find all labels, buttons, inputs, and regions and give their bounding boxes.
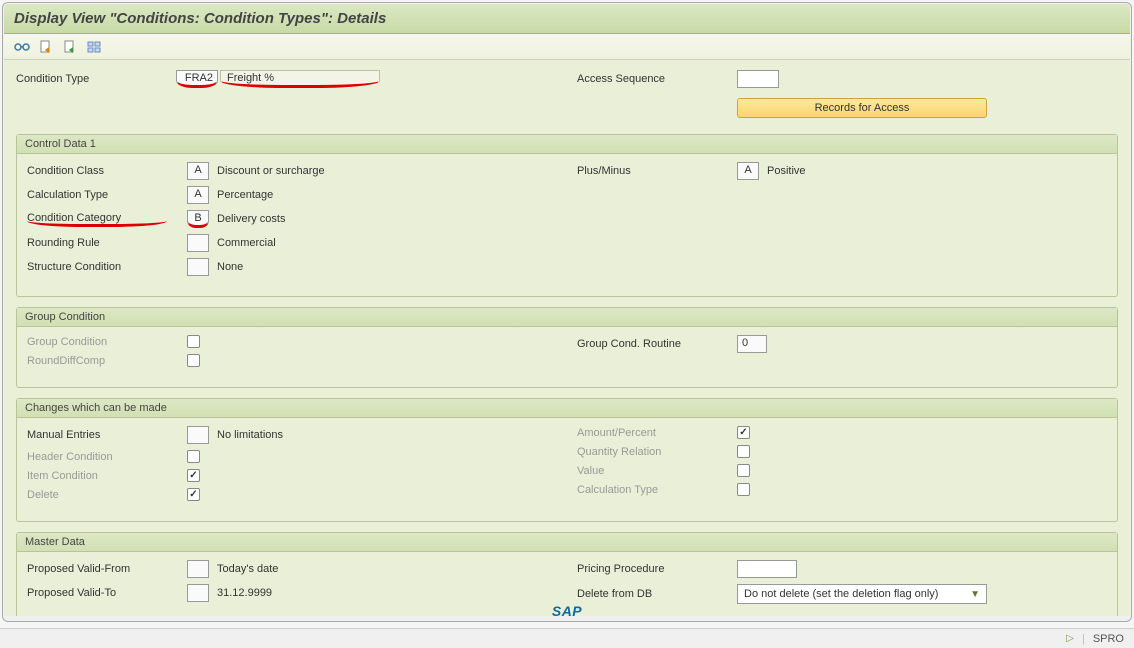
condition-class-code[interactable]: A [187, 162, 209, 180]
glasses-icon[interactable] [14, 39, 30, 55]
structure-condition-desc: None [211, 261, 243, 273]
group-condition-checkbox[interactable] [187, 335, 200, 348]
valid-from-label: Proposed Valid-From [27, 563, 187, 575]
delete-from-db-label: Delete from DB [577, 588, 737, 600]
item-condition-checkbox[interactable] [187, 469, 200, 482]
condition-category-desc: Delivery costs [211, 213, 285, 225]
amount-percent-label: Amount/Percent [577, 427, 737, 439]
quantity-relation-checkbox[interactable] [737, 445, 750, 458]
window: Display View "Conditions: Condition Type… [2, 2, 1132, 622]
group-group-condition: Group Condition Group Condition RoundDif… [16, 307, 1118, 388]
status-tcode: SPRO [1093, 633, 1124, 645]
rounddiffcomp-label: RoundDiffComp [27, 355, 187, 367]
plus-minus-code[interactable]: A [737, 162, 759, 180]
condition-type-desc[interactable]: Freight % [220, 70, 380, 88]
condition-class-desc: Discount or surcharge [211, 165, 325, 177]
structure-condition-label: Structure Condition [27, 261, 187, 273]
page-arrow-icon[interactable] [38, 39, 54, 55]
calculation-type-label: Calculation Type [27, 189, 187, 201]
structure-condition-code[interactable] [187, 258, 209, 276]
header-condition-label: Header Condition [27, 451, 187, 463]
delete-checkbox[interactable] [187, 488, 200, 501]
value-label: Value [577, 465, 737, 477]
chevron-down-icon: ▼ [970, 589, 980, 600]
valid-from-code[interactable] [187, 560, 209, 578]
header-fields: Condition Type FRA2 Freight % Access Seq… [16, 70, 1118, 124]
content-area: Condition Type FRA2 Freight % Access Seq… [4, 60, 1130, 616]
calculation-type-code[interactable]: A [187, 186, 209, 204]
valid-from-desc: Today's date [211, 563, 278, 575]
play-icon: ▷ [1066, 633, 1074, 644]
group-title-master: Master Data [17, 533, 1117, 552]
plus-minus-label: Plus/Minus [577, 165, 737, 177]
condition-category-code[interactable]: B [187, 210, 209, 228]
group-title-control1: Control Data 1 [17, 135, 1117, 154]
calculation-type-desc: Percentage [211, 189, 273, 201]
quantity-relation-label: Quantity Relation [577, 446, 737, 458]
condition-category-label: Condition Category [27, 212, 167, 227]
manual-entries-desc: No limitations [211, 429, 283, 441]
valid-to-label: Proposed Valid-To [27, 587, 187, 599]
status-bar: ▷ | SPRO [0, 628, 1134, 648]
header-condition-checkbox[interactable] [187, 450, 200, 463]
group-title-changes: Changes which can be made [17, 399, 1117, 418]
item-condition-label: Item Condition [27, 470, 187, 482]
access-sequence-label: Access Sequence [577, 73, 737, 85]
records-for-access-button[interactable]: Records for Access [737, 98, 987, 118]
condition-type-label: Condition Type [16, 73, 176, 85]
manual-entries-code[interactable] [187, 426, 209, 444]
calctype-label: Calculation Type [577, 484, 737, 496]
sap-logo: SAP [552, 603, 582, 619]
manual-entries-label: Manual Entries [27, 429, 187, 441]
pricing-procedure-label: Pricing Procedure [577, 563, 737, 575]
group-title-groupcond: Group Condition [17, 308, 1117, 327]
rounding-rule-code[interactable] [187, 234, 209, 252]
delete-from-db-select[interactable]: Do not delete (set the deletion flag onl… [737, 584, 987, 604]
rounddiffcomp-checkbox[interactable] [187, 354, 200, 367]
access-sequence-input[interactable] [737, 70, 779, 88]
page-plus-icon[interactable] [62, 39, 78, 55]
calctype-checkbox[interactable] [737, 483, 750, 496]
plus-minus-desc: Positive [761, 165, 806, 177]
group-cond-routine-input[interactable]: 0 [737, 335, 767, 353]
condition-class-label: Condition Class [27, 165, 187, 177]
window-title: Display View "Conditions: Condition Type… [4, 4, 1130, 34]
grid-icon[interactable] [86, 39, 102, 55]
amount-percent-checkbox[interactable] [737, 426, 750, 439]
group-control-data-1: Control Data 1 Condition Class A Discoun… [16, 134, 1118, 297]
pricing-procedure-input[interactable] [737, 560, 797, 578]
condition-type-code[interactable]: FRA2 [176, 70, 218, 88]
delete-from-db-value: Do not delete (set the deletion flag onl… [744, 588, 938, 600]
valid-to-desc: 31.12.9999 [211, 587, 272, 599]
group-changes: Changes which can be made Manual Entries… [16, 398, 1118, 522]
group-condition-label: Group Condition [27, 336, 187, 348]
group-cond-routine-label: Group Cond. Routine [577, 338, 737, 350]
valid-to-code[interactable] [187, 584, 209, 602]
delete-label: Delete [27, 489, 187, 501]
rounding-rule-desc: Commercial [211, 237, 276, 249]
toolbar [4, 34, 1130, 60]
value-checkbox[interactable] [737, 464, 750, 477]
rounding-rule-label: Rounding Rule [27, 237, 187, 249]
